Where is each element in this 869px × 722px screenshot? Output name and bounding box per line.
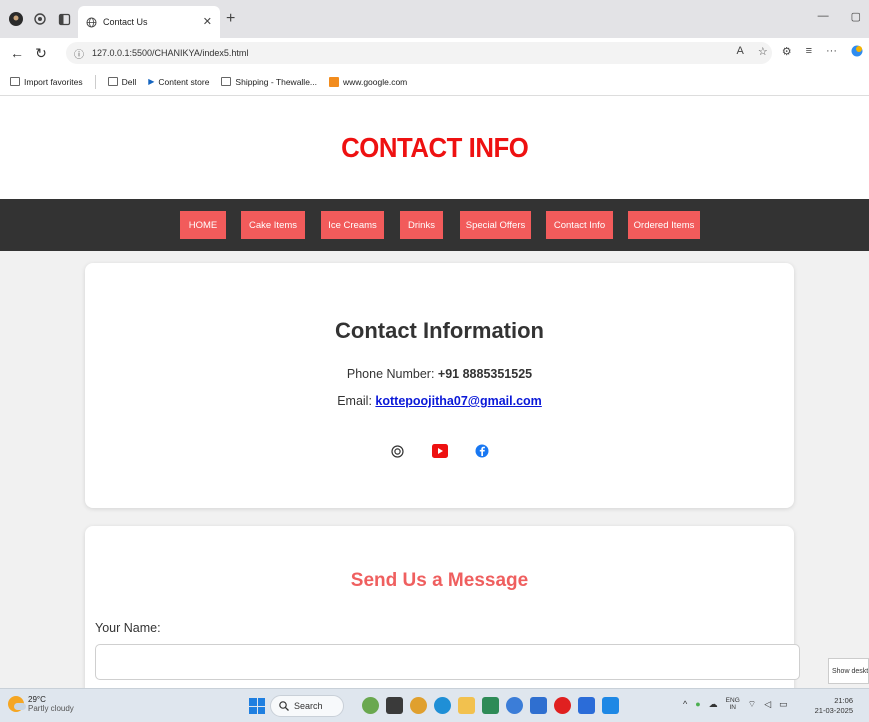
clock[interactable]: 21:06 21-03-2025 [815, 696, 853, 716]
contact-info-card: Contact Information Phone Number: +91 88… [85, 263, 794, 508]
opera-app-icon[interactable] [554, 697, 571, 714]
active-tab[interactable]: Contact Us ✕ [78, 6, 220, 38]
phone-label: Phone Number: [346, 367, 438, 381]
copilot-icon[interactable] [851, 45, 863, 60]
temperature: 29°C [28, 695, 46, 704]
workspaces-icon[interactable] [32, 11, 48, 27]
edge-app-icon[interactable] [434, 697, 451, 714]
contact-heading: Contact Information [335, 318, 544, 343]
email-link[interactable]: kottepoojitha07@gmail.com [375, 394, 541, 408]
nav-ice-creams[interactable]: Ice Creams [321, 211, 384, 239]
favorite-google[interactable]: www.google.com [329, 76, 407, 87]
tab-actions-icon[interactable] [56, 11, 72, 27]
email-line: Email: kottepoojitha07@gmail.com [85, 394, 794, 408]
time: 21:06 [834, 696, 853, 705]
page-icon [221, 77, 232, 86]
bookmark-icon [329, 76, 340, 87]
battery-icon[interactable]: ▭ [779, 699, 788, 710]
taskbar-search[interactable]: Search [270, 695, 344, 717]
nav-home[interactable]: HOME [180, 211, 226, 239]
word-app-icon[interactable] [578, 697, 595, 714]
favorite-content-store[interactable]: ▶ Content store [148, 77, 209, 87]
favorite-import[interactable]: Import favorites [10, 77, 83, 87]
weather-condition: Partly cloudy [28, 704, 74, 713]
nav-contact-info[interactable]: Contact Info [546, 211, 613, 239]
nav-special-offers[interactable]: Special Offers [460, 211, 531, 239]
favorites-divider [94, 74, 96, 89]
weather-widget[interactable]: 29°C Partly cloudy [8, 695, 74, 713]
copilot-app-icon[interactable] [410, 697, 427, 714]
tray-overflow-icon[interactable]: ^ [683, 699, 687, 709]
vscode-app-icon[interactable] [602, 697, 619, 714]
nav-drinks[interactable]: Drinks [400, 211, 443, 239]
taskbar: 29°C Partly cloudy Search ^ ● ☁ ENG IN ⌔… [0, 688, 869, 722]
social-links [85, 443, 794, 459]
collections-icon[interactable]: ≡ [806, 45, 812, 60]
search-label: Search [294, 701, 323, 711]
main-nav: HOME Cake Items Ice Creams Drinks Specia… [0, 199, 869, 251]
task-view-icon[interactable] [386, 697, 403, 714]
system-tray: ^ ● ☁ ENG IN ⌔ ◁ ▭ [683, 697, 788, 711]
nav-cake-items[interactable]: Cake Items [241, 211, 305, 239]
page-viewport: CONTACT INFO HOME Cake Items Ice Creams … [0, 96, 869, 688]
store-app-icon[interactable] [530, 697, 547, 714]
phone-number: +91 8885351525 [437, 367, 533, 381]
profile-icon[interactable] [8, 11, 24, 27]
more-menu-icon[interactable]: ··· [826, 45, 837, 60]
browser-toolbar: A ☆ ⚙ ≡ ··· [736, 45, 863, 60]
widgets-app-icon[interactable] [362, 697, 379, 714]
import-icon [10, 77, 20, 86]
site-header: CONTACT INFO [0, 96, 869, 199]
window-controls: — ▢ [818, 10, 861, 23]
message-card: Send Us a Message Your Name: [85, 526, 800, 688]
email-label: Email: [337, 394, 376, 408]
read-aloud-icon[interactable]: A [736, 45, 743, 60]
show-desktop-tooltip: Show deskto [828, 658, 869, 684]
url-bar[interactable]: ⓘ 127.0.0.1:5500/CHANIKYA/index5.html [66, 42, 772, 64]
nav-ordered-items[interactable]: Ordered Items [628, 211, 700, 239]
facebook-icon[interactable] [474, 443, 490, 459]
tray-app-icon[interactable]: ● [695, 699, 700, 709]
site-info-icon[interactable]: ⓘ [74, 46, 84, 61]
extensions-icon[interactable]: ⚙ [782, 45, 792, 60]
address-bar-row: ← ↻ ⓘ 127.0.0.1:5500/CHANIKYA/index5.htm… [0, 38, 869, 68]
back-icon[interactable]: ← [10, 45, 24, 61]
file-explorer-icon[interactable] [458, 697, 475, 714]
play-icon: ▶ [148, 77, 155, 86]
favorite-shipping[interactable]: Shipping - Thewalle... [221, 77, 317, 87]
browser-tab-strip: Contact Us ✕ + — ▢ [0, 0, 869, 38]
message-heading: Send Us a Message [350, 570, 529, 591]
start-button[interactable] [249, 698, 265, 714]
tab-title: Contact Us [103, 17, 148, 27]
chrome-app-icon[interactable] [506, 697, 523, 714]
favorite-star-icon[interactable]: ☆ [758, 45, 768, 60]
page-title: CONTACT INFO [340, 131, 529, 163]
weather-icon [8, 696, 26, 712]
instagram-icon[interactable] [390, 443, 406, 459]
name-input[interactable] [95, 644, 800, 680]
url-text: 127.0.0.1:5500/CHANIKYA/index5.html [92, 48, 249, 58]
restore-icon[interactable]: ▢ [851, 10, 861, 23]
language-indicator[interactable]: ENG IN [726, 697, 740, 711]
favorite-dell[interactable]: Dell [107, 77, 136, 87]
globe-icon [86, 17, 97, 27]
volume-icon[interactable]: ◁ [764, 699, 771, 710]
onedrive-icon[interactable]: ☁ [709, 699, 718, 710]
excel-app-icon[interactable] [482, 697, 499, 714]
favorites-bar: Import favorites Dell ▶ Content store Sh… [0, 68, 869, 96]
youtube-icon[interactable] [431, 443, 448, 459]
close-tab-icon[interactable]: ✕ [203, 15, 212, 28]
search-icon [279, 701, 289, 711]
date: 21-03-2025 [814, 706, 853, 715]
refresh-icon[interactable]: ↻ [34, 45, 48, 62]
phone-line: Phone Number: +91 8885351525 [85, 367, 794, 381]
minimize-icon[interactable]: — [818, 10, 829, 23]
new-tab-icon[interactable]: + [226, 10, 235, 28]
wifi-icon[interactable]: ⌔ [748, 699, 756, 710]
name-label: Your Name: [95, 621, 161, 635]
folder-icon [107, 77, 118, 86]
